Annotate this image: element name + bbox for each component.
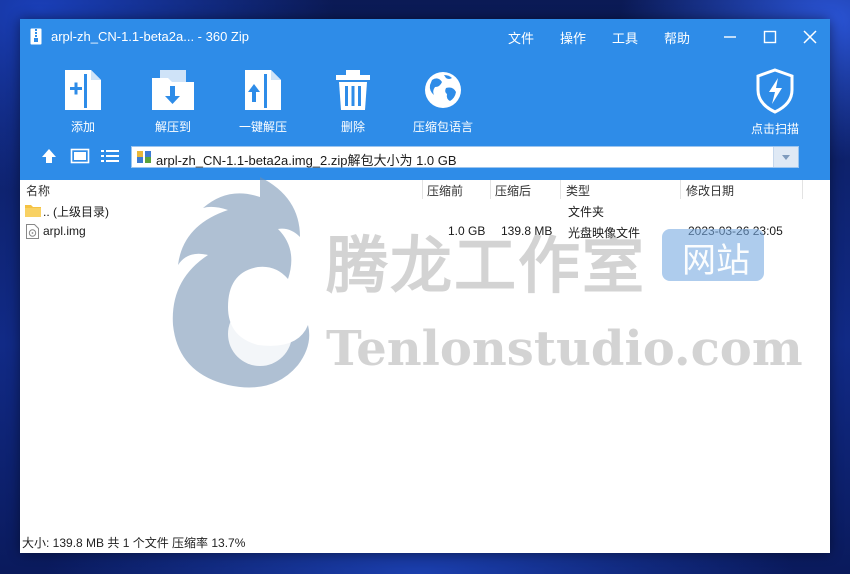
column-type[interactable]: 类型 [566, 182, 590, 199]
maximize-button[interactable] [760, 27, 780, 47]
path-dropdown-button[interactable] [773, 147, 798, 167]
list-view-icon[interactable] [100, 147, 120, 165]
header-band: arpl-zh_CN-1.1-beta2a... - 360 Zip 文件 操作… [20, 19, 830, 180]
column-separator [490, 180, 491, 199]
one-click-extract-icon [245, 70, 281, 110]
column-header: 名称 压缩前 压缩后 类型 修改日期 [20, 180, 830, 199]
watermark-cn: 腾龙工作室 [326, 229, 647, 302]
column-name[interactable]: 名称 [26, 182, 50, 199]
disc-image-file-icon [26, 224, 39, 239]
status-bar: 大小: 139.8 MB 共 1 个文件 压缩率 13.7% [20, 529, 830, 553]
menu-tools[interactable]: 工具 [612, 28, 638, 47]
column-separator [802, 180, 803, 199]
path-text: arpl-zh_CN-1.1-beta2a.img_2.zip解包大小为 1.0… [156, 153, 457, 168]
extract-to-icon [152, 70, 194, 110]
globe-icon [425, 72, 461, 108]
folder-icon [25, 205, 41, 217]
minimize-button[interactable] [720, 27, 740, 47]
trash-icon [336, 70, 370, 110]
window-title: arpl-zh_CN-1.1-beta2a... - 360 Zip [51, 29, 249, 44]
one-click-extract-button[interactable]: 一键解压 [226, 68, 300, 136]
chevron-down-icon [782, 155, 790, 160]
column-separator [680, 180, 681, 199]
package-language-label: 压缩包语言 [412, 120, 473, 134]
column-compressed-before[interactable]: 压缩前 [427, 182, 463, 199]
column-separator [560, 180, 561, 199]
extract-to-label: 解压到 [154, 120, 191, 134]
package-language-button[interactable]: 压缩包语言 [406, 68, 480, 136]
scan-label: 点击扫描 [750, 122, 799, 136]
zip-window: arpl-zh_CN-1.1-beta2a... - 360 Zip 文件 操作… [20, 19, 830, 553]
app-zip-icon [30, 28, 42, 45]
one-click-extract-label: 一键解压 [238, 120, 287, 134]
column-modified[interactable]: 修改日期 [686, 182, 734, 199]
extract-to-button[interactable]: 解压到 [136, 68, 210, 136]
menu-help[interactable]: 帮助 [664, 28, 690, 47]
menu-file[interactable]: 文件 [508, 28, 534, 47]
add-icon [65, 70, 101, 110]
path-bar[interactable]: arpl-zh_CN-1.1-beta2a.img_2.zip解包大小为 1.0… [131, 146, 799, 168]
column-compressed-after[interactable]: 压缩后 [495, 182, 531, 199]
delete-button[interactable]: 删除 [316, 68, 390, 136]
watermark-badge-text: 网站 [682, 241, 750, 281]
add-button[interactable]: 添加 [46, 68, 120, 136]
column-separator [422, 180, 423, 199]
scan-button[interactable]: 点击扫描 [738, 68, 812, 136]
title-bar[interactable]: arpl-zh_CN-1.1-beta2a... - 360 Zip 文件 操作… [20, 19, 830, 55]
menu-operate[interactable]: 操作 [560, 28, 586, 47]
up-arrow-icon[interactable] [40, 147, 58, 165]
close-button[interactable] [800, 27, 820, 47]
watermark-en: Tenlonstudio.com [326, 321, 803, 377]
status-text: 大小: 139.8 MB 共 1 个文件 压缩率 13.7% [22, 536, 246, 550]
add-label: 添加 [70, 120, 95, 134]
thumbnail-view-icon[interactable] [70, 147, 90, 165]
file-name: arpl.img [43, 224, 86, 238]
delete-label: 删除 [340, 120, 365, 134]
zip-file-icon [137, 151, 151, 163]
shield-icon [756, 68, 794, 114]
file-name: .. (上级目录) [43, 205, 109, 219]
